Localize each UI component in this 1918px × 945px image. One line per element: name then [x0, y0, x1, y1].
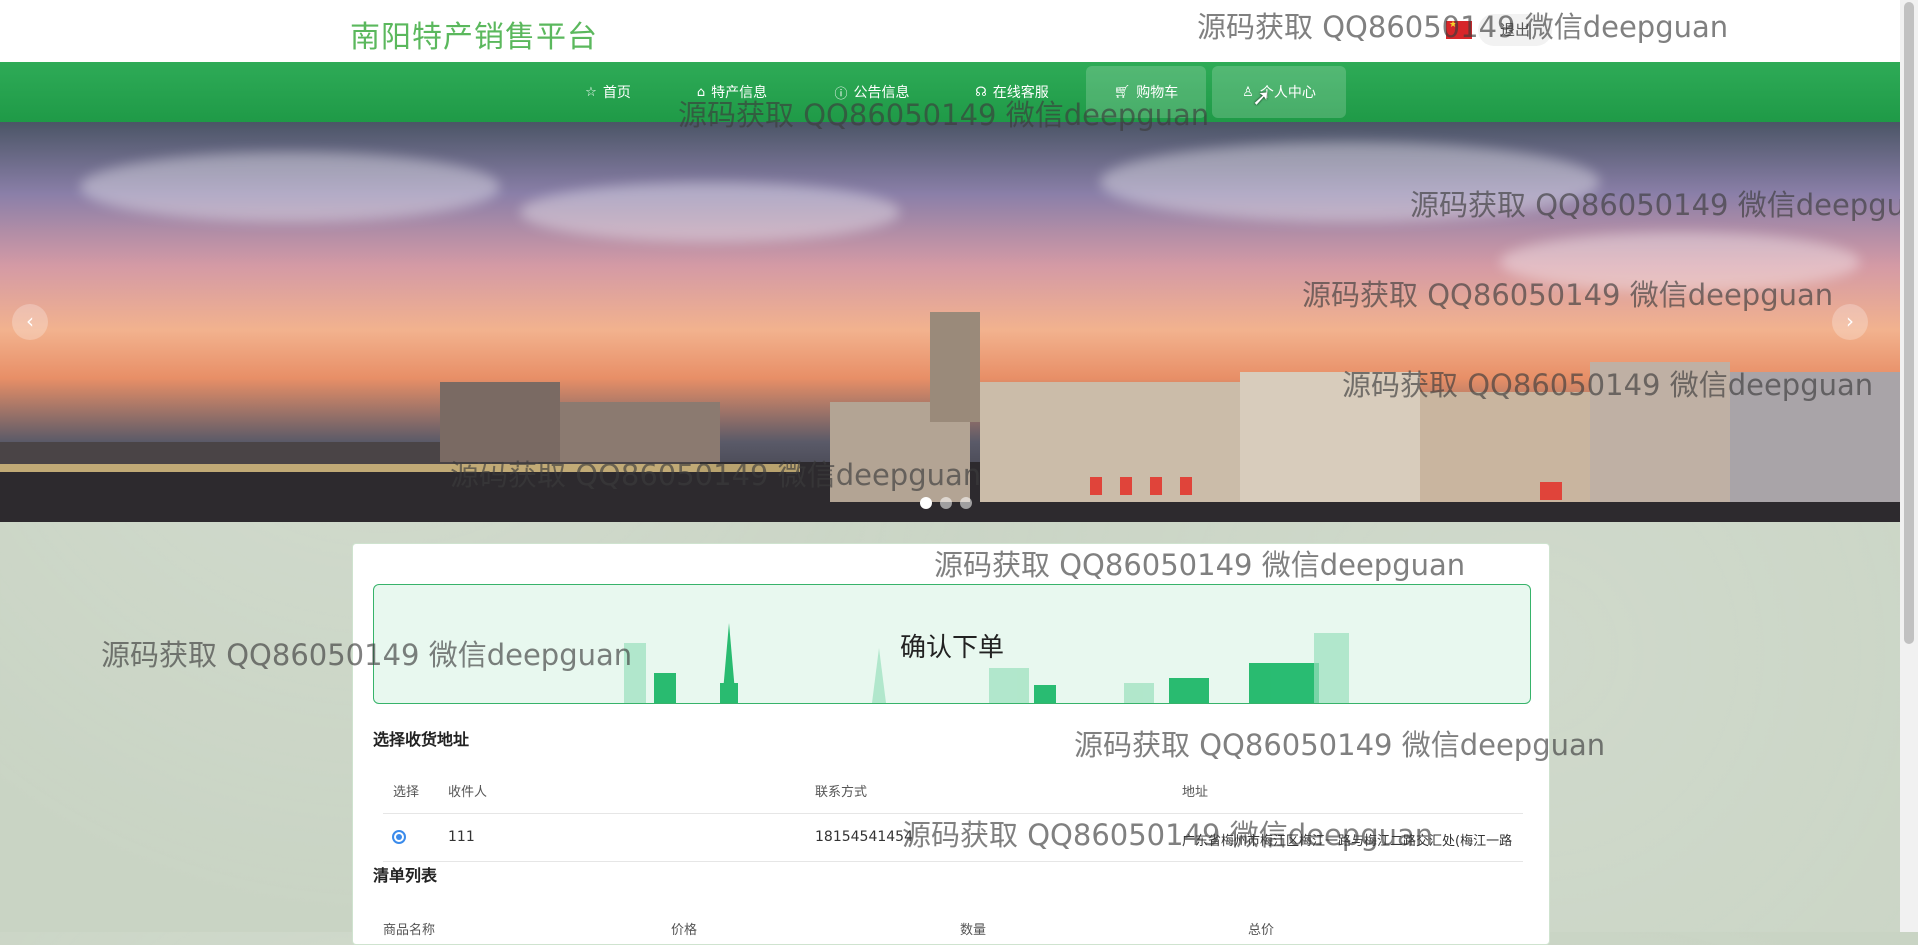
- nav-cart-label: 购物车: [1136, 85, 1179, 101]
- carousel-dot[interactable]: [920, 497, 932, 509]
- list-header-total: 总价: [1248, 923, 1275, 938]
- address-header-phone: 联系方式: [815, 785, 868, 800]
- nav-personal-center[interactable]: ♙ 个人中心: [1212, 66, 1346, 118]
- address-header-select: 选择: [393, 785, 420, 800]
- address-header-address: 地址: [1182, 785, 1209, 800]
- carousel-dot[interactable]: [940, 497, 952, 509]
- banner-carousel[interactable]: ‹ ›: [0, 122, 1900, 522]
- confirm-order-banner: 确认下单: [373, 584, 1531, 704]
- divider: [383, 861, 1523, 862]
- headset-icon: ☊: [975, 84, 987, 100]
- cloud: [520, 182, 900, 242]
- nav-cart[interactable]: 🛒︎ 购物车: [1086, 66, 1206, 118]
- bag-icon: ⌂: [696, 84, 706, 100]
- list-header-product-name: 商品名称: [383, 923, 436, 938]
- address-header-recipient: 收件人: [448, 785, 488, 800]
- address-section-title: 选择收货地址: [373, 730, 470, 749]
- star-icon: ☆: [585, 84, 597, 100]
- scrollbar-thumb[interactable]: [1904, 2, 1914, 644]
- nav-specialty-info-label: 特产信息: [711, 85, 768, 101]
- recipient-cell: 111: [448, 829, 475, 845]
- order-list-title: 清单列表: [373, 866, 438, 885]
- site-title[interactable]: 南阳特产销售平台: [350, 12, 598, 56]
- nav-specialty-info[interactable]: ⌂ 特产信息: [680, 66, 784, 118]
- carousel-next-button[interactable]: ›: [1832, 304, 1868, 340]
- main-nav: ☆ 首页 ⌂ 特产信息 ⓘ 公告信息 ☊ 在线客服 🛒︎ 购物车 ♙ 个人中心: [0, 62, 1900, 122]
- logout-button[interactable]: 退出: [1478, 14, 1552, 46]
- divider: [383, 813, 1523, 814]
- list-header-price: 价格: [671, 923, 698, 938]
- order-card: 确认下单 选择收货地址 选择 收件人 联系方式 地址 111 181545414…: [352, 543, 1550, 945]
- phone-cell: 18154541454: [815, 829, 913, 845]
- nav-online-service[interactable]: ☊ 在线客服: [960, 66, 1064, 118]
- carousel-indicators: [920, 497, 972, 509]
- nav-announcements[interactable]: ⓘ 公告信息: [820, 66, 924, 118]
- info-icon: ⓘ: [834, 86, 848, 102]
- carousel-dot[interactable]: [960, 497, 972, 509]
- nav-announcements-label: 公告信息: [853, 85, 910, 101]
- cart-icon: 🛒︎: [1113, 84, 1131, 100]
- nav-home-label: 首页: [602, 85, 631, 101]
- address-cell: 广东省梅州市梅江区梅江一路与梅江二路交汇处(梅江一路店): [1182, 834, 1512, 849]
- address-radio[interactable]: [392, 830, 406, 844]
- list-header-quantity: 数量: [960, 923, 987, 938]
- cloud: [1500, 232, 1860, 292]
- cloud: [1100, 142, 1600, 222]
- page-scrollbar[interactable]: [1900, 0, 1918, 932]
- mouse-cursor-icon: ➚: [1252, 86, 1271, 111]
- city-skyline-image: [0, 312, 1900, 522]
- flag-icon: [1446, 20, 1472, 39]
- nav-home[interactable]: ☆ 首页: [566, 66, 650, 118]
- cloud: [80, 152, 500, 222]
- top-header: 南阳特产销售平台 退出: [0, 0, 1900, 62]
- nav-online-service-label: 在线客服: [992, 85, 1049, 101]
- confirm-order-title: 确认下单: [899, 633, 1004, 663]
- carousel-prev-button[interactable]: ‹: [12, 304, 48, 340]
